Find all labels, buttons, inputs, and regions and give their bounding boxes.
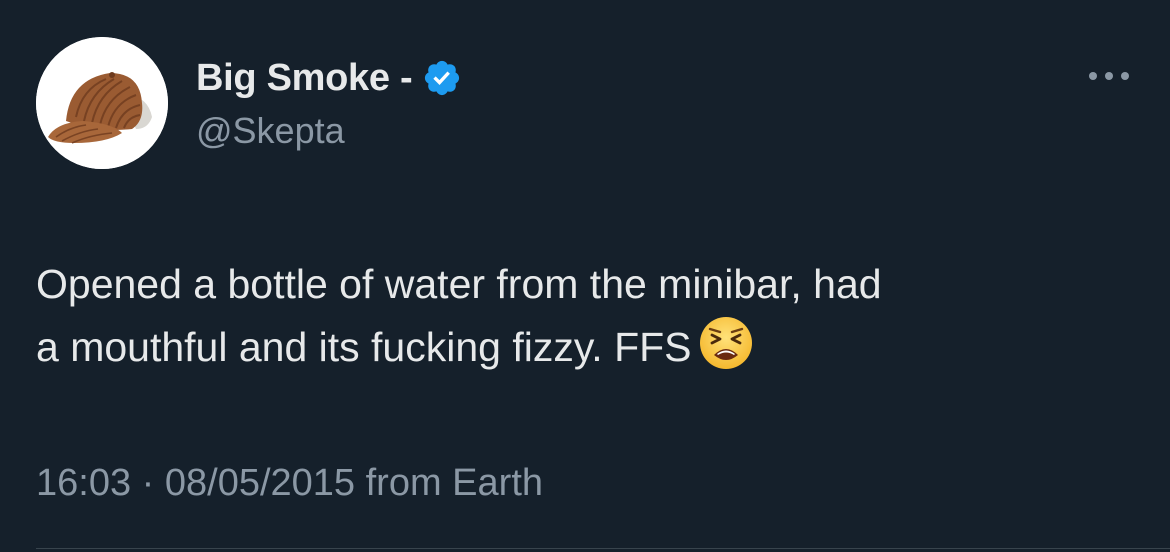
author-handle[interactable]: @Skepta <box>196 110 345 152</box>
verified-badge-icon <box>422 58 462 98</box>
avatar[interactable] <box>36 37 168 169</box>
meta-separator: · <box>141 462 155 504</box>
author-name-row: Big Smoke - <box>196 54 462 102</box>
tweet-time[interactable]: 16:03 <box>36 462 131 504</box>
tweet-text-line-2: a mouthful and its fucking fizzy. FFS <box>36 324 692 370</box>
more-options-icon[interactable] <box>1086 64 1132 88</box>
tired-face-emoji-icon <box>698 315 754 371</box>
tweet-text: Opened a bottle of water from the miniba… <box>36 253 1136 378</box>
tweet-date[interactable]: 08/05/2015 <box>165 462 355 504</box>
tweet-text-line-1: Opened a bottle of water from the miniba… <box>36 261 882 307</box>
tweet-card: Big Smoke - @Skepta Opened a bottle of w… <box>0 0 1170 552</box>
corduroy-cap-avatar-icon <box>36 37 168 169</box>
divider <box>36 548 1170 549</box>
tweet-source: from Earth <box>365 462 544 504</box>
display-name[interactable]: Big Smoke - <box>196 57 413 100</box>
tweet-meta: 16:03 · 08/05/2015 from Earth <box>36 462 543 505</box>
